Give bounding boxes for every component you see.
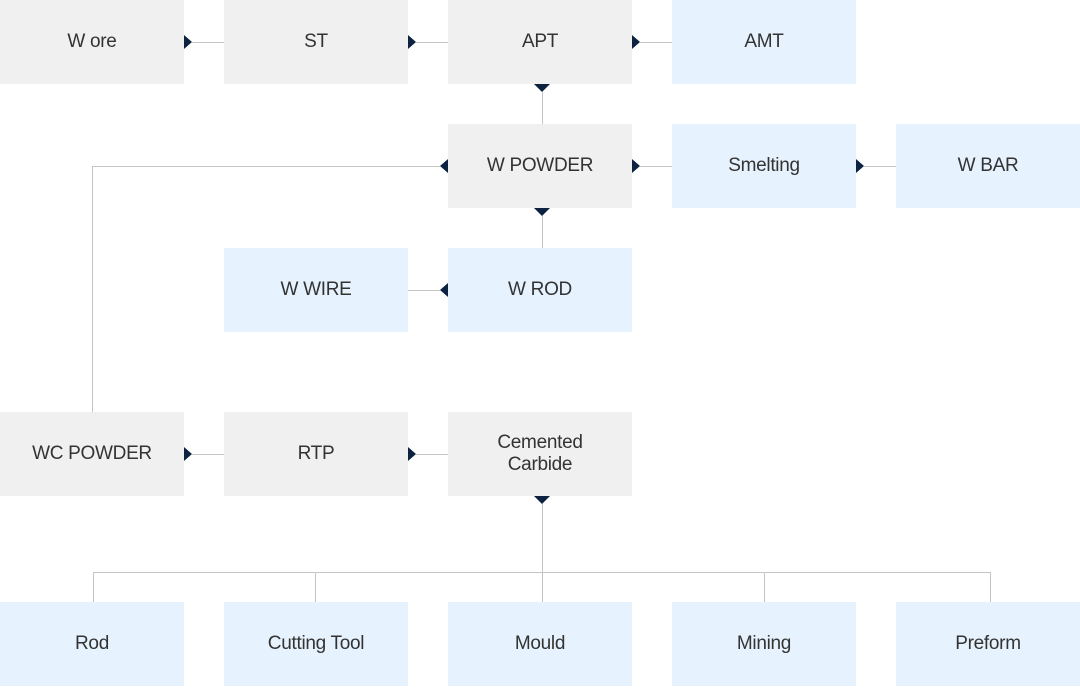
connector-wore-st [192, 42, 224, 43]
node-preform: Preform [896, 602, 1080, 686]
arrow-right-icon [408, 447, 416, 461]
connector-wcpowder-rtp [192, 454, 224, 455]
connector-wpowder-wcpowder-h [92, 166, 440, 167]
connector-wpowder-wcpowder-v [92, 166, 93, 412]
connector-rtp-carbide [416, 454, 448, 455]
node-label: APT [521, 31, 559, 52]
connector-st-apt [416, 42, 448, 43]
node-label: W ROD [508, 279, 572, 300]
node-rtp: RTP [224, 412, 408, 496]
node-label: AMT [744, 31, 784, 52]
node-w-wire: W WIRE [224, 248, 408, 332]
arrow-right-icon [632, 35, 640, 49]
node-label: Mould [514, 633, 566, 654]
node-w-rod: W ROD [448, 248, 632, 332]
node-label: Cemented Carbide [497, 432, 583, 475]
connector-smelting-wbar [864, 166, 896, 167]
node-cutting-tool: Cutting Tool [224, 602, 408, 686]
connector-wpowder-wrod [542, 216, 543, 248]
node-amt: AMT [672, 0, 856, 84]
connector-apt-amt [640, 42, 672, 43]
node-label: Mining [736, 633, 792, 654]
connector-bus-mining [764, 572, 765, 602]
arrow-down-icon [534, 496, 550, 504]
connector-products-bus [93, 572, 991, 573]
arrow-down-icon [534, 208, 550, 216]
connector-carbide-trunk [542, 504, 543, 602]
node-label: W WIRE [280, 279, 352, 300]
node-w-bar: W BAR [896, 124, 1080, 208]
node-cemented-carbide: Cemented Carbide [448, 412, 632, 496]
connector-wpowder-smelting [640, 166, 672, 167]
node-mining: Mining [672, 602, 856, 686]
connector-bus-rod [93, 572, 94, 602]
node-w-ore: W ore [0, 0, 184, 84]
node-label: WC POWDER [32, 443, 152, 464]
arrow-right-icon [856, 159, 864, 173]
connector-bus-cutting-tool [315, 572, 316, 602]
arrow-right-icon [184, 447, 192, 461]
node-label: W BAR [957, 155, 1019, 176]
node-wc-powder: WC POWDER [0, 412, 184, 496]
node-label: Smelting [728, 155, 800, 176]
node-apt: APT [448, 0, 632, 84]
tungsten-flow-diagram: W ore ST APT AMT W POWDER Smelting W BAR… [0, 0, 1080, 688]
arrow-left-icon [440, 283, 448, 297]
node-label: ST [304, 31, 328, 52]
node-label: Rod [75, 633, 109, 654]
node-w-powder: W POWDER [448, 124, 632, 208]
arrow-right-icon [184, 35, 192, 49]
node-st: ST [224, 0, 408, 84]
node-smelting: Smelting [672, 124, 856, 208]
node-rod: Rod [0, 602, 184, 686]
node-label: Preform [955, 633, 1021, 654]
node-label: RTP [297, 443, 335, 464]
arrow-down-icon [534, 84, 550, 92]
node-mould: Mould [448, 602, 632, 686]
arrow-right-icon [408, 35, 416, 49]
arrow-left-icon [440, 159, 448, 173]
node-label: Cutting Tool [267, 633, 365, 654]
connector-apt-wpowder [542, 92, 543, 124]
node-label: W ore [67, 31, 117, 52]
connector-bus-preform [990, 572, 991, 602]
connector-wrod-wwire [408, 290, 440, 291]
node-label: W POWDER [486, 155, 594, 176]
arrow-right-icon [632, 159, 640, 173]
